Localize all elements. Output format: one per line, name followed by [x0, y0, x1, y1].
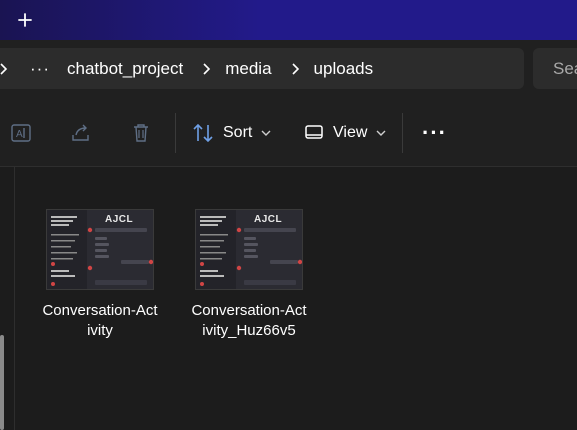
share-button[interactable]	[69, 121, 93, 145]
breadcrumb-item-media[interactable]: media	[225, 59, 271, 79]
navigation-scrollbar[interactable]	[0, 335, 4, 430]
toolbar-divider	[175, 113, 176, 153]
rename-icon: A	[11, 124, 31, 142]
see-more-button[interactable]: ···	[422, 119, 447, 147]
thumbnail-logo: AJCL	[105, 214, 134, 225]
new-tab-button[interactable]	[14, 9, 36, 31]
command-bar: A Sort View ···	[0, 99, 577, 167]
file-name-line: ivity	[87, 322, 113, 339]
sort-button[interactable]: Sort	[192, 119, 271, 147]
sort-icon	[193, 123, 213, 143]
breadcrumb-item-chatbot-project[interactable]: chatbot_project	[67, 59, 183, 79]
chevron-down-icon	[261, 130, 271, 136]
breadcrumb-item-uploads[interactable]: uploads	[314, 59, 374, 79]
file-thumbnail: AJCL	[46, 209, 154, 290]
file-name-line: Conversation-Act	[191, 302, 307, 319]
breadcrumb-more-button[interactable]: ···	[30, 59, 50, 79]
trash-icon	[134, 124, 148, 142]
navigation-pane	[0, 167, 15, 430]
svg-text:A: A	[16, 129, 23, 140]
title-bar	[0, 0, 577, 40]
more-icon: ···	[422, 120, 447, 145]
rename-button[interactable]: A	[9, 121, 33, 145]
search-placeholder: Sea	[553, 58, 577, 78]
view-icon	[305, 125, 323, 139]
share-icon	[72, 124, 89, 141]
chevron-down-icon	[376, 130, 386, 136]
breadcrumb: ··· chatbot_project media uploads	[0, 48, 524, 89]
thumbnail-preview-graphic	[51, 216, 153, 286]
thumbnail-logo: AJCL	[254, 214, 283, 225]
file-thumbnail: AJCL	[195, 209, 303, 290]
delete-button[interactable]	[129, 121, 153, 145]
view-button[interactable]: View	[304, 119, 386, 147]
file-name-line: Conversation-Act	[42, 302, 158, 319]
file-name-line: ivity_Huz66v5	[202, 322, 296, 339]
file-view: AJCL Conversation-Act ivity AJCL Convers…	[0, 167, 577, 430]
toolbar-divider	[402, 113, 403, 153]
thumbnail-preview-graphic	[200, 216, 302, 286]
chevron-right-icon[interactable]	[192, 59, 222, 79]
file-name: Conversation-Act ivity_Huz66v5	[179, 301, 319, 341]
sort-label: Sort	[223, 124, 253, 141]
view-label: View	[333, 124, 368, 141]
file-item[interactable]: AJCL Conversation-Act ivity_Huz66v5	[179, 209, 319, 341]
plus-icon	[18, 13, 32, 27]
file-name: Conversation-Act ivity	[30, 301, 170, 341]
chevron-right-icon	[0, 59, 8, 79]
search-input[interactable]: Sea	[533, 48, 577, 89]
chevron-right-icon[interactable]	[281, 59, 311, 79]
file-item[interactable]: AJCL Conversation-Act ivity	[30, 209, 170, 341]
address-bar: ··· chatbot_project media uploads Sea	[0, 40, 577, 99]
